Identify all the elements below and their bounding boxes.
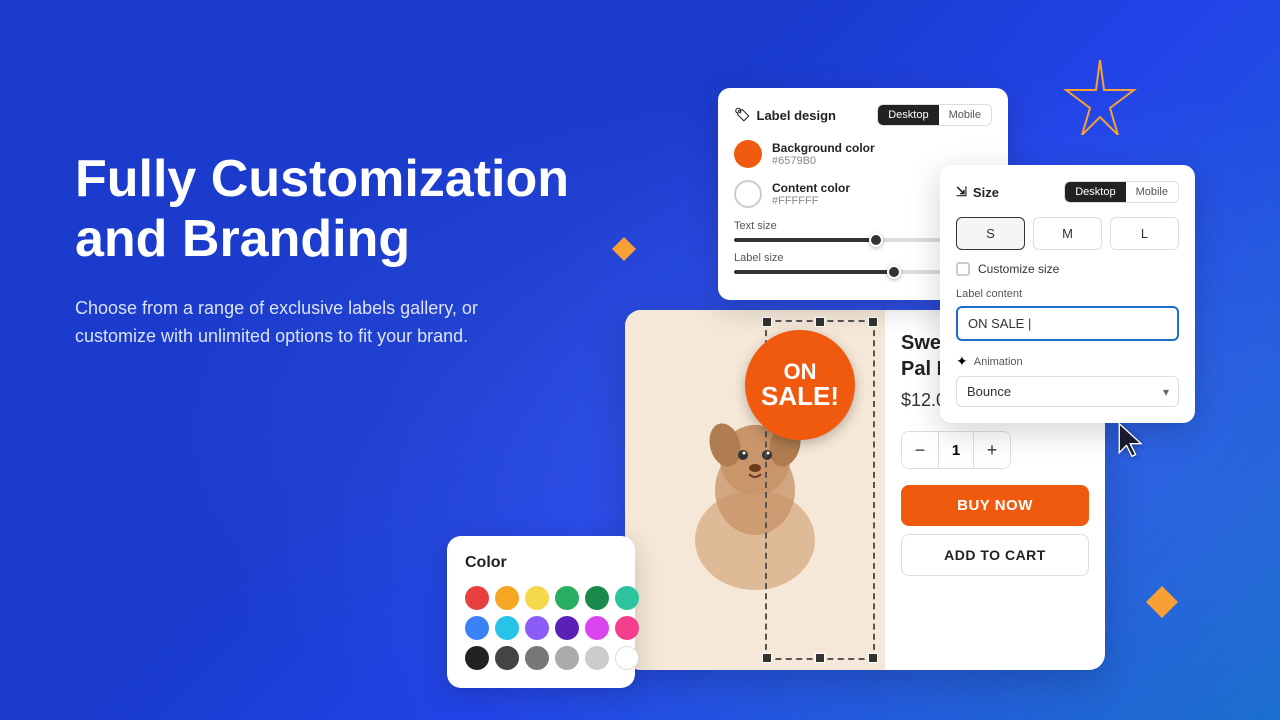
swatch-8[interactable] [495, 616, 519, 640]
animation-icon: ✦ [956, 353, 968, 370]
content-color-hex: #FFFFFF [772, 195, 850, 207]
badge-on: ON [784, 361, 817, 383]
hero-subtitle: Choose from a range of exclusive labels … [75, 294, 505, 352]
on-sale-badge: ON SALE! [745, 330, 855, 440]
size-desktop-btn[interactable]: Desktop [1065, 182, 1125, 202]
content-color-label: Content color [772, 181, 850, 195]
mobile-toggle-btn[interactable]: Mobile [939, 105, 991, 125]
label-content-section: Label content [956, 288, 1179, 341]
quantity-value: 1 [938, 432, 974, 468]
size-view-toggle: Desktop Mobile [1064, 181, 1179, 203]
label-design-title: Label design [757, 108, 836, 123]
color-panel: Color [447, 536, 635, 688]
size-buttons-group: S M L [956, 217, 1179, 250]
swatch-9[interactable] [525, 616, 549, 640]
customize-row: Customize size [956, 262, 1179, 276]
animation-select[interactable]: Bounce Fade Slide Pulse None [956, 376, 1179, 407]
color-swatches-grid [465, 586, 617, 670]
bg-color-hex: #6579B0 [772, 155, 875, 167]
size-panel: ⇲ Size Desktop Mobile S M L Customize si… [940, 165, 1195, 423]
swatch-14[interactable] [495, 646, 519, 670]
bg-color-info: Background color #6579B0 [772, 141, 875, 167]
swatch-5[interactable] [585, 586, 609, 610]
customize-checkbox[interactable] [956, 262, 970, 276]
buy-now-btn[interactable]: BUY NOW [901, 485, 1089, 526]
swatch-10[interactable] [555, 616, 579, 640]
animation-select-wrapper: Bounce Fade Slide Pulse None ▾ [956, 376, 1179, 407]
handle-br[interactable] [868, 653, 878, 663]
customize-label: Customize size [978, 262, 1059, 276]
bg-color-swatch[interactable] [734, 140, 762, 168]
size-panel-title-group: ⇲ Size [956, 184, 999, 200]
view-toggle: Desktop Mobile [877, 104, 992, 126]
swatch-15[interactable] [525, 646, 549, 670]
swatch-3[interactable] [525, 586, 549, 610]
label-icon: 🏷 [734, 107, 751, 123]
bg-color-row: Background color #6579B0 [734, 140, 992, 168]
size-s-btn[interactable]: S [956, 217, 1025, 250]
main-title: Fully Customizationand Branding [75, 150, 635, 270]
star-decoration [1060, 55, 1140, 135]
label-content-label: Label content [956, 288, 1179, 300]
hero-section: Fully Customizationand Branding Choose f… [75, 150, 635, 351]
content-color-info: Content color #FFFFFF [772, 181, 850, 207]
swatch-12[interactable] [615, 616, 639, 640]
size-icon: ⇲ [956, 184, 967, 200]
color-panel-title: Color [465, 554, 617, 572]
handle-tm[interactable] [815, 317, 825, 327]
swatch-1[interactable] [465, 586, 489, 610]
panel-header: 🏷 Label design Desktop Mobile [734, 104, 992, 126]
swatch-2[interactable] [495, 586, 519, 610]
swatch-18[interactable] [615, 646, 639, 670]
size-panel-header: ⇲ Size Desktop Mobile [956, 181, 1179, 203]
handle-bm[interactable] [815, 653, 825, 663]
animation-section: ✦ Animation Bounce Fade Slide Pulse None… [956, 353, 1179, 407]
panel-title-group: 🏷 Label design [734, 107, 836, 123]
desktop-toggle-btn[interactable]: Desktop [878, 105, 938, 125]
handle-tl[interactable] [762, 317, 772, 327]
size-panel-title: Size [973, 185, 999, 200]
handle-bl[interactable] [762, 653, 772, 663]
swatch-11[interactable] [585, 616, 609, 640]
bg-color-label: Background color [772, 141, 875, 155]
swatch-16[interactable] [555, 646, 579, 670]
handle-tr[interactable] [868, 317, 878, 327]
size-l-btn[interactable]: L [1110, 217, 1179, 250]
product-image-area: ON SALE! [625, 310, 885, 670]
label-content-input[interactable] [956, 306, 1179, 341]
quantity-decrease-btn[interactable]: − [902, 432, 938, 468]
swatch-7[interactable] [465, 616, 489, 640]
size-m-btn[interactable]: M [1033, 217, 1102, 250]
cursor-arrow [1114, 420, 1150, 465]
animation-label: Animation [974, 356, 1023, 368]
badge-sale: SALE! [761, 383, 839, 409]
swatch-17[interactable] [585, 646, 609, 670]
quantity-increase-btn[interactable]: + [974, 432, 1010, 468]
animation-header: ✦ Animation [956, 353, 1179, 370]
swatch-13[interactable] [465, 646, 489, 670]
quantity-row: − 1 + [901, 431, 1011, 469]
swatch-4[interactable] [555, 586, 579, 610]
swatch-6[interactable] [615, 586, 639, 610]
add-to-cart-btn[interactable]: ADD TO CART [901, 534, 1089, 576]
content-color-swatch[interactable] [734, 180, 762, 208]
diamond-decoration-2 [1144, 584, 1180, 620]
size-mobile-btn[interactable]: Mobile [1126, 182, 1178, 202]
